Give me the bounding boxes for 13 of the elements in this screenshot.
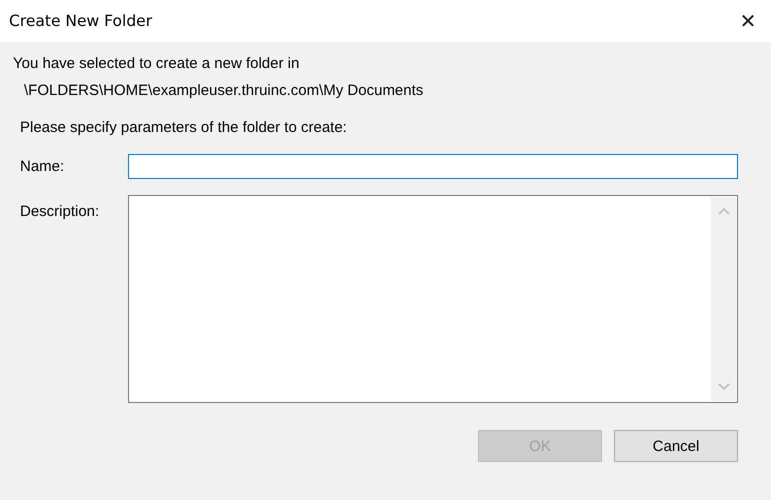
scroll-down-icon[interactable] — [718, 383, 730, 391]
scroll-up-icon[interactable] — [718, 207, 730, 215]
instruction-text: Please specify parameters of the folder to create: — [20, 119, 347, 136]
cancel-button[interactable]: Cancel — [614, 430, 738, 462]
folder-path: \FOLDERS\HOME\exampleuser.thruinc.com\My Documents — [24, 82, 424, 99]
field-label: Description: — [20, 203, 100, 220]
field-label: Name: — [20, 158, 66, 175]
description-field[interactable] — [128, 195, 738, 403]
close-button[interactable]: ✕ — [725, 0, 771, 42]
scrollbar[interactable] — [711, 197, 736, 401]
intro-text: You have selected to create a new folder in — [13, 55, 300, 72]
name-field[interactable] — [128, 154, 738, 179]
window-title: Create New Folder — [9, 12, 152, 30]
